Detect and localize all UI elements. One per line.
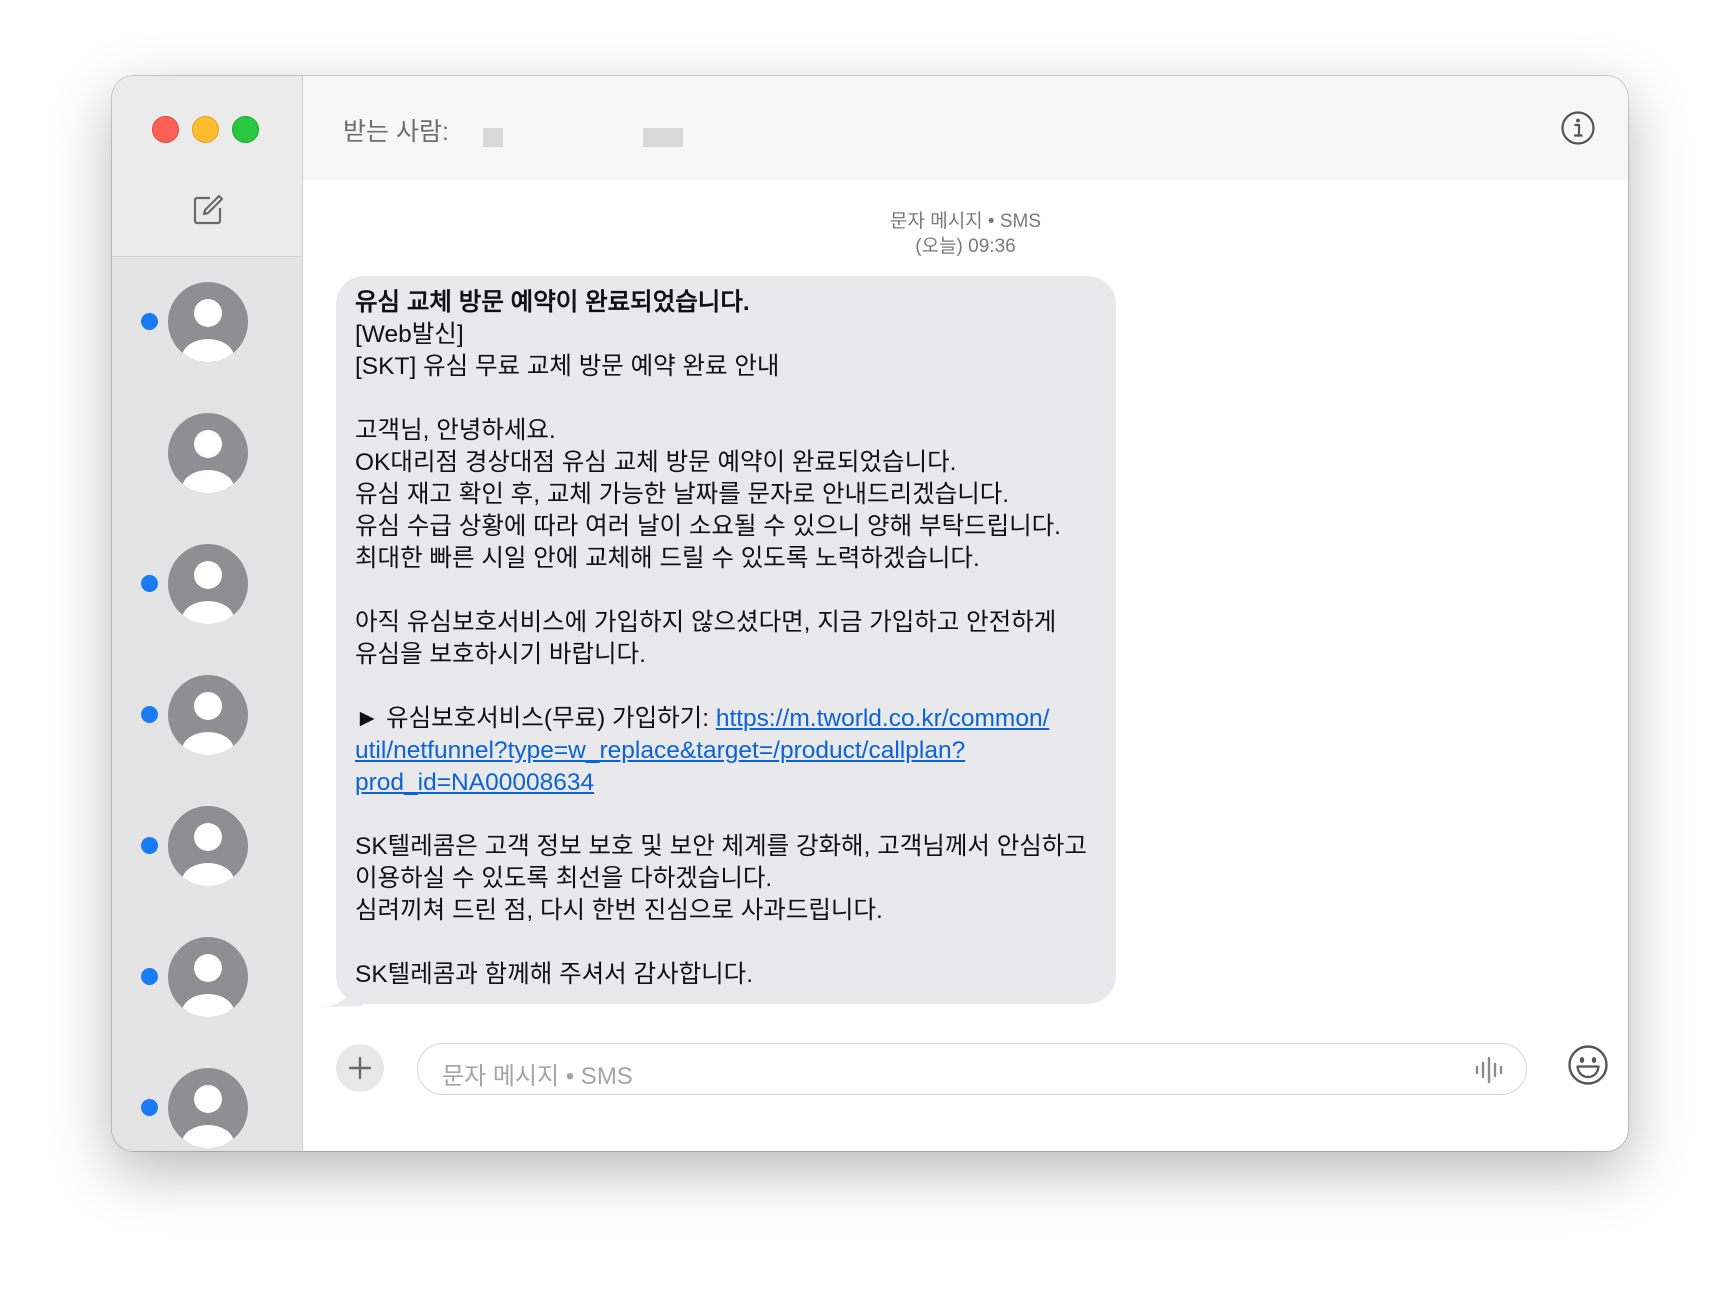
message-line: 유심 교체 방문 예약이 완료되었습니다. — [355, 289, 750, 316]
signup-link-line: ► 유심보호서비스(무료) 가입하기: https://m.tworld.co.… — [355, 703, 1107, 735]
conversation-pane: 받는 사람: 문자 메시지 • SMS (오늘) 09:36 유심 교체 방문 … — [303, 76, 1628, 1151]
signup-label: ► 유심보호서비스(무료) 가입하기: — [355, 705, 716, 732]
person-avatar-icon — [168, 675, 248, 755]
message-line: 유심 재고 확인 후, 교체 가능한 날짜를 문자로 안내드리겠습니다. — [355, 481, 1010, 508]
message-bubble[interactable]: 유심 교체 방문 예약이 완료되었습니다. [Web발신] [SKT] 유심 무료 … — [336, 276, 1116, 1004]
message-line: SK텔레콤과 함께해 주셔서 감사합니다. — [355, 961, 754, 988]
conversation-item[interactable] — [112, 781, 302, 912]
message-line: 아직 유심보호서비스에 가입하지 않으셨다면, 지금 가입하고 안전하게 — [355, 609, 1057, 636]
message-line: 최대한 빠른 시일 안에 교체해 드릴 수 있도록 노력하겠습니다. — [355, 545, 980, 572]
message-line: 유심 수급 상황에 따라 여러 날이 소요될 수 있으니 양해 부탁드립니다. — [355, 513, 1061, 540]
signup-link[interactable]: prod_id=NA00008634 — [355, 769, 594, 796]
unread-dot — [141, 575, 158, 592]
message-line: 이용하실 수 있도록 최선을 다하겠습니다. — [355, 865, 773, 892]
unread-dot — [141, 1099, 158, 1116]
compose-icon[interactable] — [190, 192, 226, 228]
conversation-list — [112, 257, 302, 1151]
conversation-item[interactable] — [112, 388, 302, 519]
plus-icon — [348, 1056, 372, 1080]
message-line: 심려끼쳐 드린 점, 다시 한번 진심으로 사과드립니다. — [355, 897, 883, 924]
info-icon[interactable] — [1560, 110, 1596, 146]
person-avatar-icon — [168, 1068, 248, 1148]
sidebar — [112, 76, 303, 1151]
unread-dot — [141, 968, 158, 985]
emoji-icon[interactable] — [1566, 1043, 1610, 1087]
signup-link[interactable]: util/netfunnel?type=w_replace&target=/pr… — [355, 737, 965, 764]
close-window-button[interactable] — [152, 116, 179, 143]
unread-dot — [141, 706, 158, 723]
maximize-window-button[interactable] — [232, 116, 259, 143]
unread-dot — [141, 313, 158, 330]
recipient-label: 받는 사람: — [343, 118, 449, 146]
message-timestamp: (오늘) 09:36 — [915, 236, 1016, 257]
message-line: 유심을 보호하시기 바랍니다. — [355, 641, 646, 668]
signup-link-line: util/netfunnel?type=w_replace&target=/pr… — [355, 735, 1107, 767]
messages-window: 받는 사람: 문자 메시지 • SMS (오늘) 09:36 유심 교체 방문 … — [112, 76, 1628, 1151]
person-avatar-icon — [168, 544, 248, 624]
person-avatar-icon — [168, 937, 248, 1017]
service-label: 문자 메시지 • SMS — [889, 211, 1042, 232]
conversation-item[interactable] — [112, 650, 302, 781]
minimize-window-button[interactable] — [192, 116, 219, 143]
message-line: OK대리점 경상대점 유심 교체 방문 예약이 완료되었습니다. — [355, 449, 957, 476]
signup-link[interactable]: https://m.tworld.co.kr/common/ — [716, 705, 1050, 732]
recipient-header: 받는 사람: — [303, 76, 1628, 180]
message-line: 고객님, 안녕하세요. — [355, 417, 556, 444]
message-line: [Web발신] — [355, 321, 464, 348]
composer: 문자 메시지 • SMS — [303, 1036, 1628, 1136]
redacted-recipient — [483, 128, 503, 147]
conversation-item[interactable] — [112, 912, 302, 1043]
redacted-recipient — [643, 128, 683, 147]
sidebar-toolbar — [112, 76, 302, 257]
message-line: SK텔레콤은 고객 정보 보호 및 보안 체계를 강화해, 고객님께서 안심하고 — [355, 833, 1087, 860]
person-avatar-icon — [168, 806, 248, 886]
message-input-placeholder: 문자 메시지 • SMS — [442, 1063, 633, 1090]
message-line: [SKT] 유심 무료 교체 방문 예약 완료 안내 — [355, 353, 780, 380]
person-avatar-icon — [168, 413, 248, 493]
conversation-item[interactable] — [112, 257, 302, 388]
conversation-item[interactable] — [112, 1043, 302, 1151]
message-input[interactable]: 문자 메시지 • SMS — [417, 1043, 1527, 1095]
signup-link-line: prod_id=NA00008634 — [355, 767, 1107, 799]
person-avatar-icon — [168, 282, 248, 362]
audio-waveform-icon[interactable] — [1474, 1056, 1508, 1084]
plus-button[interactable] — [336, 1044, 384, 1092]
conversation-item[interactable] — [112, 519, 302, 650]
unread-dot — [141, 837, 158, 854]
message-text: 유심 교체 방문 예약이 완료되었습니다. [Web발신] [SKT] 유심 무료 … — [355, 287, 1107, 991]
